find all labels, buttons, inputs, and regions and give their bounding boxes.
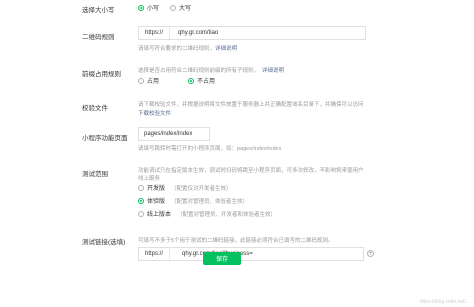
radio-icon[interactable] (138, 210, 144, 217)
test-link-prefix: https:// (139, 248, 171, 260)
test-link-hint: 可填写不多于5个用于测试的二维码链接，此链接必须符合已填写的二维码规则。 (138, 238, 334, 244)
mini-page-input[interactable]: pages/index/index (138, 127, 210, 141)
case-option-lower[interactable]: 小写 (138, 3, 159, 12)
prefix-option-occupy[interactable]: 占用 (138, 76, 159, 85)
qr-rule-value: qhy.gr.com/tiao (178, 30, 219, 36)
case-option-upper[interactable]: 大写 (170, 3, 191, 12)
mini-page-hint: 请填写跳转时需打开的小程序页面，如：pages/index/index (138, 146, 282, 152)
prefix-option-not-occupy[interactable]: 不占用 (188, 76, 215, 85)
prefix-occupy-hint: 选择是否占用符合二维码规则前缀的所有子规则。 详细说明 (138, 68, 285, 74)
test-link-input[interactable]: https:// qhy.gr.com/tiao?business= (138, 247, 364, 261)
test-scope-hint-line2: 线上服务 (138, 176, 161, 182)
download-verify-file-link[interactable]: 下载校验文件 (138, 109, 171, 117)
radio-icon[interactable] (170, 4, 176, 11)
radio-icon[interactable] (138, 77, 144, 84)
test-scope-label: 测试范围 (82, 171, 108, 178)
qr-rule-input[interactable]: https:// qhy.gr.com/tiao (138, 26, 366, 40)
test-scope-option-dev[interactable]: 开发版 （配置仅对开发者生效） (138, 183, 232, 192)
radio-icon[interactable] (138, 184, 144, 191)
test-scope-hint-line1: 功能调试只在指定版本生效，调试时扫码将跳至小程序页面，可多次修改，不影响将来使用… (138, 168, 364, 174)
qr-rule-detail-link[interactable]: 详细说明 (215, 46, 237, 52)
test-scope-option-trial[interactable]: 体验版 （配置对管理员、体验者生效） (138, 196, 248, 205)
radio-selected-icon[interactable] (138, 4, 144, 11)
test-scope-option-online[interactable]: 线上版本 （配置对管理员、开发者和体验者生效） (138, 209, 276, 218)
case-label: 选择大小写 (82, 7, 115, 14)
add-link-icon[interactable]: + (367, 250, 374, 257)
verify-file-label: 校验文件 (82, 105, 108, 112)
radio-selected-icon[interactable] (138, 197, 144, 204)
mini-page-value: pages/index/index (144, 131, 193, 137)
watermark-text: https://blog.csdn.net/... (419, 299, 470, 305)
prefix-occupy-detail-link[interactable]: 详细说明 (262, 68, 284, 74)
qr-rule-prefix: https:// (139, 27, 171, 39)
mini-page-label: 小程序功能页面 (82, 135, 128, 142)
verify-file-hint: 请下载校验文件，并根据说明将文件放置于服务器上并正确配置域名目录下，并确保可以访… (138, 102, 364, 108)
qr-rule-label: 二维码规则 (82, 34, 115, 41)
save-button[interactable]: 保存 (203, 252, 241, 265)
qr-rule-hint: 请填写符合要求的二维码规则，详细说明 (138, 46, 238, 52)
prefix-occupy-label: 前缀占用规则 (82, 71, 121, 78)
test-link-label: 测试链接(选填) (82, 239, 126, 246)
radio-selected-icon[interactable] (188, 77, 194, 84)
